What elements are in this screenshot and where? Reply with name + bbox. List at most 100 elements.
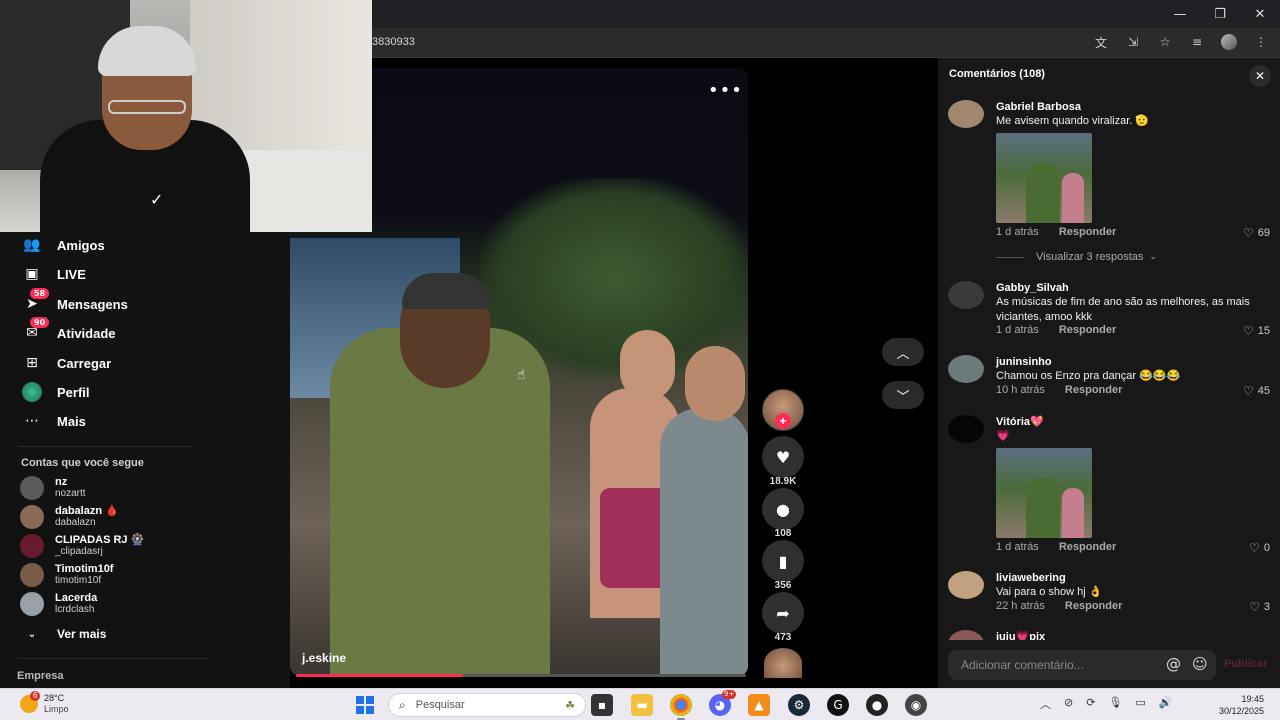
next-video-button[interactable]: ﹀ [882,381,924,409]
comment-like-button[interactable]: ♡ 0 [1249,541,1270,555]
emoji-icon[interactable]: ☺ [1192,655,1208,673]
menu-icon[interactable]: ⋮ [1252,33,1270,51]
network-off-icon[interactable]: ⊘ [1064,696,1073,712]
video-progress-bar[interactable] [296,674,746,677]
comment-text: 💗 [996,430,1010,442]
task-view-icon[interactable]: ▪ [591,694,613,716]
messages-badge: 58 [30,288,50,299]
volume-icon[interactable]: 🔊 [1159,696,1173,712]
close-comments-button[interactable]: ✕ [1249,65,1271,87]
music-disc-avatar[interactable] [764,648,802,678]
following-account[interactable]: CLIPADAS RJ 🎡 _clipadasrj [20,533,144,559]
view-replies-button[interactable]: Visualizar 3 respostas ⌄ [996,251,1157,263]
close-icon: ✕ [1254,69,1266,83]
sidebar-item-live[interactable]: ▣ LIVE [22,263,86,285]
following-account[interactable]: nz nozartt [20,475,86,501]
maximize-button[interactable]: ❐ [1200,0,1240,28]
microphone-icon[interactable]: 🎙 [1108,696,1122,712]
sidebar-item-mensagens[interactable]: ➤ 58 Mensagens [22,288,128,315]
chevron-up-icon[interactable]: ︿ [1040,696,1051,712]
file-explorer-icon[interactable]: ▬ [631,694,653,716]
capcut-icon[interactable]: G [827,694,849,716]
screen: — ❐ ✕ 3830933 文 ⇲ ☆ ≡ ⋮ ✓ 👥 Amigos ▣ LIV… [0,0,1280,720]
save-count: 356 [774,580,792,591]
avatar [20,534,44,558]
comment-button[interactable]: ● [762,488,804,530]
minimize-button[interactable]: — [1160,0,1200,28]
comment-author[interactable]: Gabby_Silvah [996,281,1278,295]
comment-image[interactable] [996,448,1092,538]
avatar[interactable] [948,100,984,128]
comment-time: 1 d atrás [996,226,1039,238]
sync-icon[interactable]: ⟳ [1086,696,1095,712]
account-name: Timotim10f [55,563,114,575]
game-app-icon[interactable]: ● [866,694,888,716]
like-button[interactable]: ♥ [762,436,804,478]
profile-avatar[interactable] [1220,33,1238,51]
publish-button[interactable]: Publicar [1224,658,1267,670]
sidebar-item-mais[interactable]: ⋯ Mais [22,410,86,432]
star-icon[interactable]: ☆ [1156,33,1174,51]
see-more-button[interactable]: ⌄ Ver mais [22,627,107,641]
weather-widget[interactable]: 6 28°C Limpo [20,691,69,715]
comment-like-button[interactable]: ♡ 69 [1243,226,1270,240]
mention-icon[interactable]: @ [1166,655,1181,673]
comment-meta: 22 h atrás Responder [996,600,1122,612]
avatar[interactable] [948,571,984,599]
install-icon[interactable]: ⇲ [1124,33,1142,51]
sidebar-item-perfil[interactable]: Perfil [22,381,90,403]
steam-icon[interactable]: ⚙ [788,694,810,716]
comment-like-button[interactable]: ♡ 3 [1249,600,1270,614]
previous-video-button[interactable]: ︿ [882,338,924,366]
comment-author[interactable]: Gabriel Barbosa [996,100,1278,114]
bookmark-icon: ▮ [778,551,788,571]
avatar[interactable] [948,281,984,309]
taskbar-search[interactable]: ⌕ Pesquisar ☘ [388,693,586,717]
reply-button[interactable]: Responder [1059,324,1116,336]
video-author[interactable]: j.eskine [302,651,346,665]
following-account[interactable]: dabalazn 🩸 dabalazn [20,504,119,530]
discord-icon[interactable]: ◕ 9+ [709,690,737,716]
reply-button[interactable]: Responder [1065,384,1122,396]
comment-author[interactable]: juninsinho [996,355,1278,369]
chrome-icon[interactable] [670,694,692,720]
view-replies-label: Visualizar 3 respostas [1036,251,1144,263]
follow-plus-button[interactable]: + [775,413,791,429]
comment-input[interactable]: Adicionar comentário... @ ☺ [948,650,1216,680]
comment-image[interactable] [996,133,1092,223]
comment-author[interactable]: Vitória💖 [996,415,1278,429]
avatar[interactable] [948,630,984,640]
activity-icon: ✉ 90 [22,317,50,343]
warning-app-icon[interactable]: ▲ [748,694,770,716]
comment-text: Me avisem quando viralizar. 🫡 [996,115,1150,127]
sidebar-item-carregar[interactable]: ⊞ Carregar [22,352,111,374]
comment-like-button[interactable]: ♡ 45 [1243,384,1270,398]
reply-button[interactable]: Responder [1059,541,1116,553]
following-account[interactable]: Timotim10f timotim10f [20,562,113,588]
avatar [20,505,44,529]
windows-start-icon[interactable] [356,696,374,714]
reply-button[interactable]: Responder [1059,226,1116,238]
media-icon[interactable]: ≡ [1188,33,1206,51]
save-button[interactable]: ▮ [762,540,804,582]
comment-author[interactable]: liviawebering [996,571,1278,585]
sidebar-item-atividade[interactable]: ✉ 90 Atividade [22,317,116,344]
following-account[interactable]: Lacerda lcrdclash [20,591,97,617]
obs-icon[interactable]: ◉ [905,694,927,716]
sidebar-item-amigos[interactable]: 👥 Amigos [22,234,104,256]
reply-button[interactable]: Responder [1065,600,1122,612]
share-button[interactable]: ➦ [762,592,804,634]
avatar[interactable] [948,355,984,383]
display-icon[interactable]: ▭ [1135,696,1145,712]
heart-icon: ♥ [775,447,791,467]
video-scene-cap [402,273,490,309]
video-more-options-icon[interactable]: ••• [708,80,743,101]
taskbar-clock[interactable]: 19:45 30/12/2025 [1219,693,1264,717]
avatar[interactable] [948,415,984,443]
comment-like-button[interactable]: ♡ 15 [1243,324,1270,338]
close-window-button[interactable]: ✕ [1240,0,1280,28]
comment-author[interactable]: iuiu💗pix [996,630,1278,640]
url-text[interactable]: 3830933 [372,36,415,48]
translate-icon[interactable]: 文 [1092,33,1110,51]
company-link[interactable]: Empresa [17,670,63,682]
